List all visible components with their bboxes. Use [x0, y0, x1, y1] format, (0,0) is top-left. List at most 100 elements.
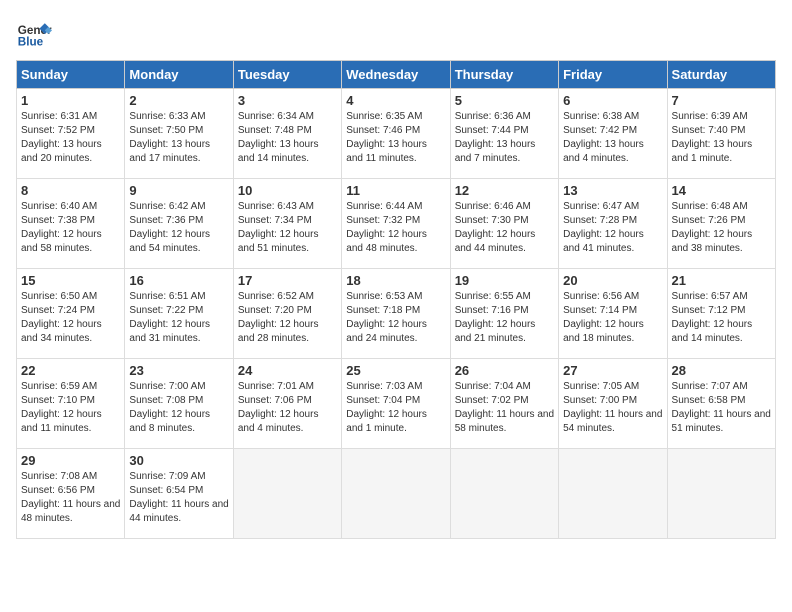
day-number: 4	[346, 93, 445, 108]
day-cell: 13 Sunrise: 6:47 AMSunset: 7:28 PMDaylig…	[559, 179, 667, 269]
day-number: 23	[129, 363, 228, 378]
day-number: 21	[672, 273, 771, 288]
day-cell: 14 Sunrise: 6:48 AMSunset: 7:26 PMDaylig…	[667, 179, 775, 269]
day-number: 17	[238, 273, 337, 288]
day-info: Sunrise: 6:39 AMSunset: 7:40 PMDaylight:…	[672, 110, 771, 166]
header-cell-friday: Friday	[559, 61, 667, 89]
day-cell: 9 Sunrise: 6:42 AMSunset: 7:36 PMDayligh…	[125, 179, 233, 269]
day-cell: 1 Sunrise: 6:31 AMSunset: 7:52 PMDayligh…	[17, 89, 125, 179]
day-number: 18	[346, 273, 445, 288]
svg-text:Blue: Blue	[18, 36, 44, 49]
day-cell: 25 Sunrise: 7:03 AMSunset: 7:04 PMDaylig…	[342, 359, 450, 449]
day-info: Sunrise: 6:42 AMSunset: 7:36 PMDaylight:…	[129, 200, 228, 256]
day-number: 5	[455, 93, 554, 108]
week-row-2: 8 Sunrise: 6:40 AMSunset: 7:38 PMDayligh…	[17, 179, 776, 269]
day-info: Sunrise: 6:55 AMSunset: 7:16 PMDaylight:…	[455, 290, 554, 346]
day-cell	[667, 449, 775, 539]
day-number: 27	[563, 363, 662, 378]
day-number: 3	[238, 93, 337, 108]
day-cell: 28 Sunrise: 7:07 AMSunset: 6:58 PMDaylig…	[667, 359, 775, 449]
day-number: 30	[129, 453, 228, 468]
day-info: Sunrise: 6:56 AMSunset: 7:14 PMDaylight:…	[563, 290, 662, 346]
day-number: 11	[346, 183, 445, 198]
day-cell: 8 Sunrise: 6:40 AMSunset: 7:38 PMDayligh…	[17, 179, 125, 269]
logo-icon: General Blue	[16, 16, 52, 52]
day-cell: 7 Sunrise: 6:39 AMSunset: 7:40 PMDayligh…	[667, 89, 775, 179]
day-info: Sunrise: 6:46 AMSunset: 7:30 PMDaylight:…	[455, 200, 554, 256]
header-cell-sunday: Sunday	[17, 61, 125, 89]
day-info: Sunrise: 6:57 AMSunset: 7:12 PMDaylight:…	[672, 290, 771, 346]
header-cell-tuesday: Tuesday	[233, 61, 341, 89]
day-number: 7	[672, 93, 771, 108]
day-info: Sunrise: 6:31 AMSunset: 7:52 PMDaylight:…	[21, 110, 120, 166]
day-number: 22	[21, 363, 120, 378]
day-cell: 20 Sunrise: 6:56 AMSunset: 7:14 PMDaylig…	[559, 269, 667, 359]
day-cell	[233, 449, 341, 539]
day-cell: 17 Sunrise: 6:52 AMSunset: 7:20 PMDaylig…	[233, 269, 341, 359]
header-cell-wednesday: Wednesday	[342, 61, 450, 89]
day-number: 13	[563, 183, 662, 198]
day-cell: 24 Sunrise: 7:01 AMSunset: 7:06 PMDaylig…	[233, 359, 341, 449]
day-number: 10	[238, 183, 337, 198]
day-number: 12	[455, 183, 554, 198]
day-cell: 22 Sunrise: 6:59 AMSunset: 7:10 PMDaylig…	[17, 359, 125, 449]
day-cell: 27 Sunrise: 7:05 AMSunset: 7:00 PMDaylig…	[559, 359, 667, 449]
day-number: 28	[672, 363, 771, 378]
day-number: 26	[455, 363, 554, 378]
day-cell	[342, 449, 450, 539]
day-cell: 10 Sunrise: 6:43 AMSunset: 7:34 PMDaylig…	[233, 179, 341, 269]
header-cell-thursday: Thursday	[450, 61, 558, 89]
day-cell: 19 Sunrise: 6:55 AMSunset: 7:16 PMDaylig…	[450, 269, 558, 359]
day-cell	[450, 449, 558, 539]
day-info: Sunrise: 7:05 AMSunset: 7:00 PMDaylight:…	[563, 380, 662, 436]
day-number: 9	[129, 183, 228, 198]
day-cell: 12 Sunrise: 6:46 AMSunset: 7:30 PMDaylig…	[450, 179, 558, 269]
week-row-4: 22 Sunrise: 6:59 AMSunset: 7:10 PMDaylig…	[17, 359, 776, 449]
day-cell: 21 Sunrise: 6:57 AMSunset: 7:12 PMDaylig…	[667, 269, 775, 359]
day-number: 16	[129, 273, 228, 288]
day-info: Sunrise: 6:51 AMSunset: 7:22 PMDaylight:…	[129, 290, 228, 346]
day-cell: 3 Sunrise: 6:34 AMSunset: 7:48 PMDayligh…	[233, 89, 341, 179]
day-info: Sunrise: 6:48 AMSunset: 7:26 PMDaylight:…	[672, 200, 771, 256]
day-number: 25	[346, 363, 445, 378]
day-info: Sunrise: 7:08 AMSunset: 6:56 PMDaylight:…	[21, 470, 120, 526]
day-info: Sunrise: 6:44 AMSunset: 7:32 PMDaylight:…	[346, 200, 445, 256]
day-number: 14	[672, 183, 771, 198]
day-info: Sunrise: 7:01 AMSunset: 7:06 PMDaylight:…	[238, 380, 337, 436]
day-info: Sunrise: 7:03 AMSunset: 7:04 PMDaylight:…	[346, 380, 445, 436]
calendar-table: SundayMondayTuesdayWednesdayThursdayFrid…	[16, 60, 776, 539]
day-number: 24	[238, 363, 337, 378]
day-info: Sunrise: 6:40 AMSunset: 7:38 PMDaylight:…	[21, 200, 120, 256]
day-number: 6	[563, 93, 662, 108]
day-number: 15	[21, 273, 120, 288]
day-number: 8	[21, 183, 120, 198]
day-info: Sunrise: 6:38 AMSunset: 7:42 PMDaylight:…	[563, 110, 662, 166]
logo: General Blue	[16, 16, 52, 52]
day-info: Sunrise: 7:09 AMSunset: 6:54 PMDaylight:…	[129, 470, 228, 526]
day-info: Sunrise: 6:33 AMSunset: 7:50 PMDaylight:…	[129, 110, 228, 166]
day-cell: 6 Sunrise: 6:38 AMSunset: 7:42 PMDayligh…	[559, 89, 667, 179]
day-info: Sunrise: 7:00 AMSunset: 7:08 PMDaylight:…	[129, 380, 228, 436]
header-cell-monday: Monday	[125, 61, 233, 89]
day-info: Sunrise: 6:34 AMSunset: 7:48 PMDaylight:…	[238, 110, 337, 166]
day-info: Sunrise: 6:47 AMSunset: 7:28 PMDaylight:…	[563, 200, 662, 256]
header-cell-saturday: Saturday	[667, 61, 775, 89]
week-row-5: 29 Sunrise: 7:08 AMSunset: 6:56 PMDaylig…	[17, 449, 776, 539]
day-cell: 23 Sunrise: 7:00 AMSunset: 7:08 PMDaylig…	[125, 359, 233, 449]
day-cell: 16 Sunrise: 6:51 AMSunset: 7:22 PMDaylig…	[125, 269, 233, 359]
day-info: Sunrise: 6:59 AMSunset: 7:10 PMDaylight:…	[21, 380, 120, 436]
day-cell: 4 Sunrise: 6:35 AMSunset: 7:46 PMDayligh…	[342, 89, 450, 179]
week-row-3: 15 Sunrise: 6:50 AMSunset: 7:24 PMDaylig…	[17, 269, 776, 359]
day-cell: 18 Sunrise: 6:53 AMSunset: 7:18 PMDaylig…	[342, 269, 450, 359]
day-cell: 26 Sunrise: 7:04 AMSunset: 7:02 PMDaylig…	[450, 359, 558, 449]
day-cell: 30 Sunrise: 7:09 AMSunset: 6:54 PMDaylig…	[125, 449, 233, 539]
day-cell	[559, 449, 667, 539]
header-row: SundayMondayTuesdayWednesdayThursdayFrid…	[17, 61, 776, 89]
day-cell: 15 Sunrise: 6:50 AMSunset: 7:24 PMDaylig…	[17, 269, 125, 359]
header: General Blue	[16, 16, 776, 52]
day-cell: 5 Sunrise: 6:36 AMSunset: 7:44 PMDayligh…	[450, 89, 558, 179]
day-number: 1	[21, 93, 120, 108]
day-cell: 2 Sunrise: 6:33 AMSunset: 7:50 PMDayligh…	[125, 89, 233, 179]
day-info: Sunrise: 7:04 AMSunset: 7:02 PMDaylight:…	[455, 380, 554, 436]
day-info: Sunrise: 6:35 AMSunset: 7:46 PMDaylight:…	[346, 110, 445, 166]
